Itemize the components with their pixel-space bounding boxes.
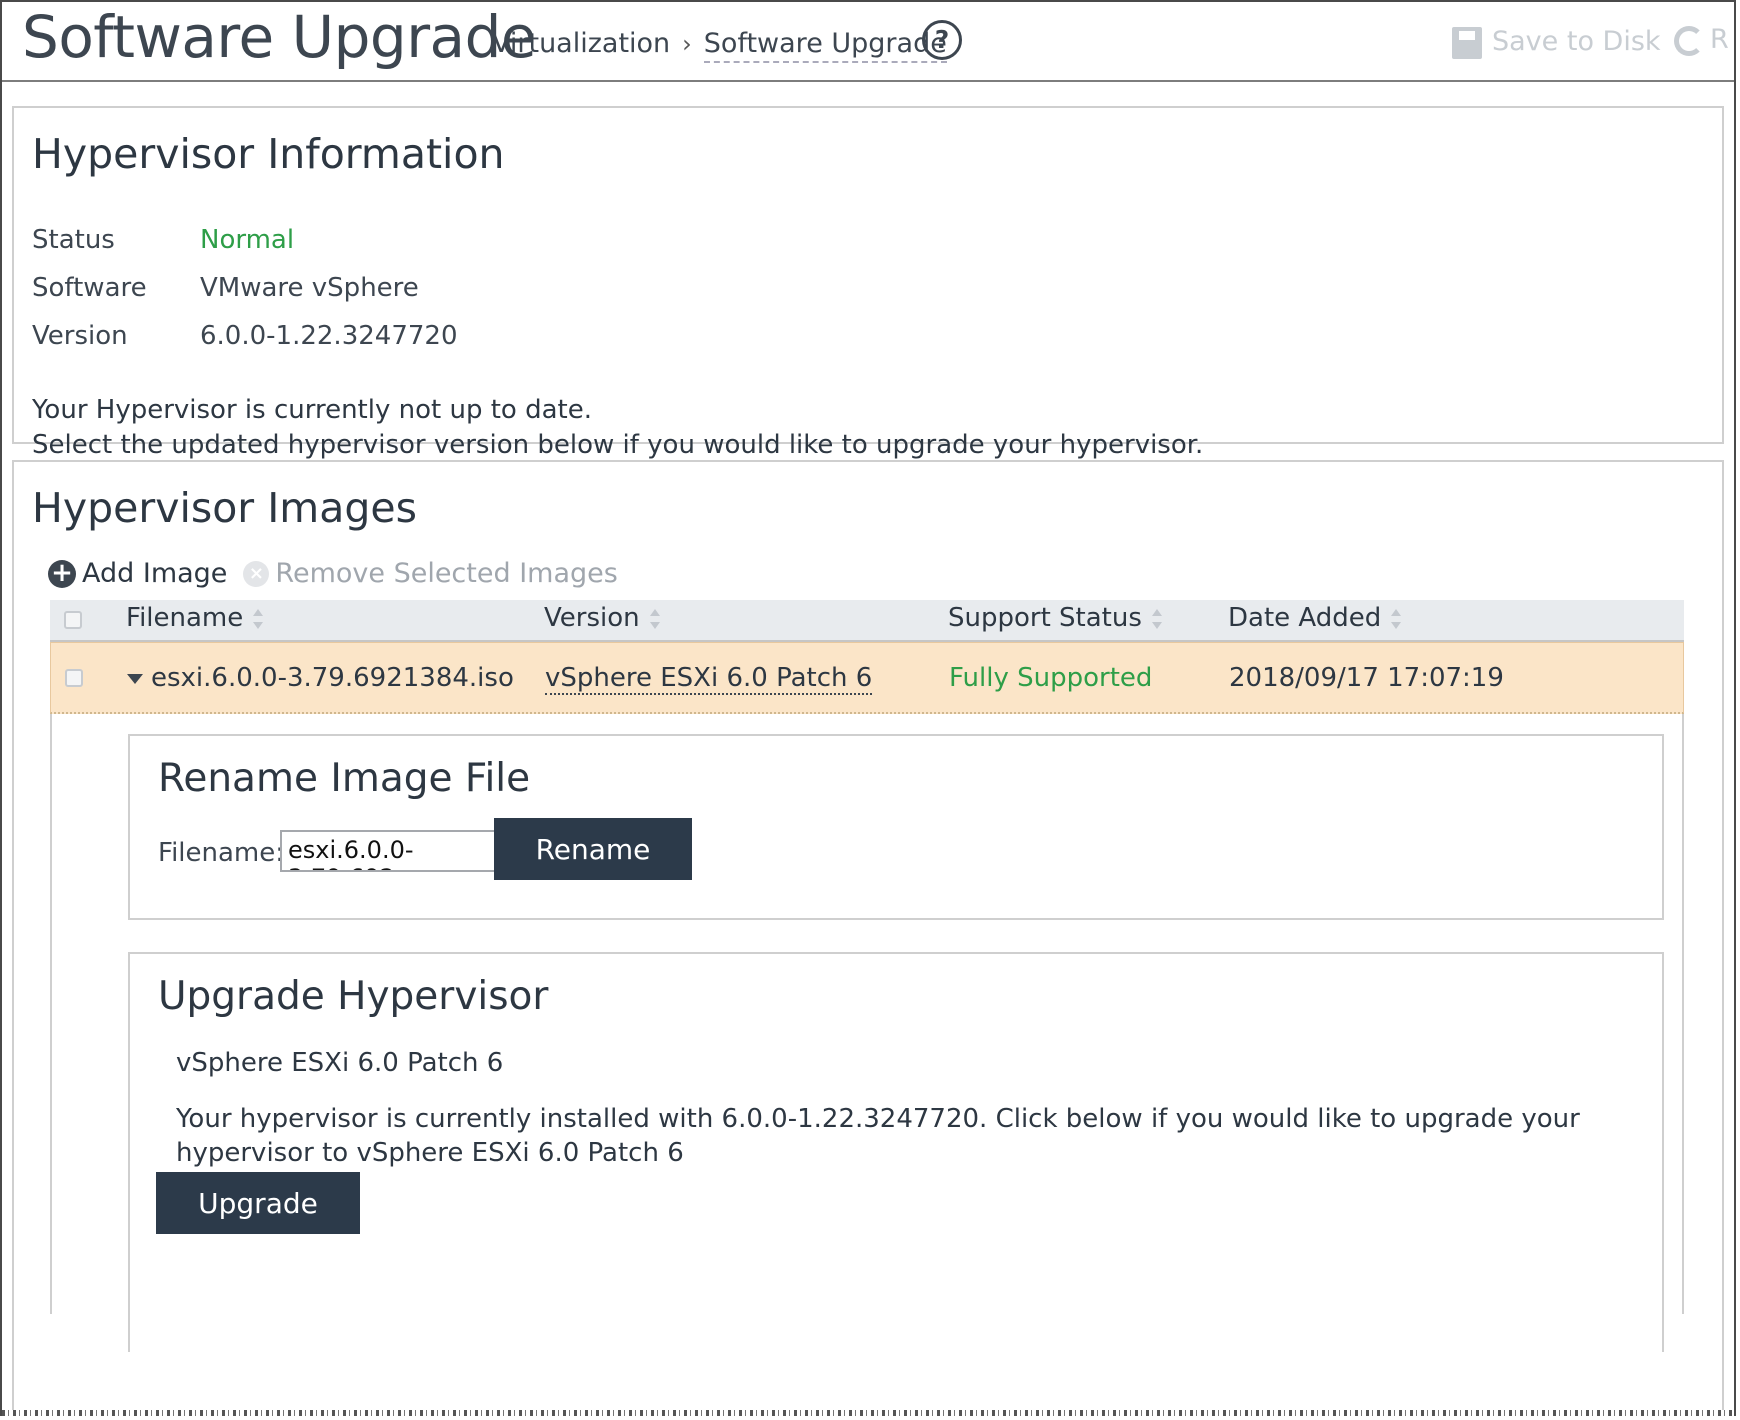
upgrade-button[interactable]: Upgrade [156, 1172, 360, 1234]
column-version[interactable]: Version [544, 603, 660, 633]
upgrade-message: Your hypervisor is currently installed w… [176, 1104, 1580, 1168]
filename-input[interactable]: esxi.6.0.0-3.79.692 [280, 830, 510, 872]
select-all-checkbox[interactable] [64, 611, 82, 629]
row-version: vSphere ESXi 6.0 Patch 6 [545, 663, 873, 695]
revert-icon [1674, 25, 1704, 56]
table-row[interactable]: esxi.6.0.0-3.79.6921384.iso vSphere ESXi… [50, 642, 1684, 714]
save-to-disk-button[interactable]: Save to Disk [1452, 26, 1661, 59]
filename-label: Filename: [158, 838, 285, 868]
update-message-line2: Select the updated hypervisor version be… [32, 430, 1204, 460]
row-filename: esxi.6.0.0-3.79.6921384.iso [127, 663, 514, 693]
hypervisor-information-panel: Hypervisor Information Status Normal Sof… [12, 106, 1724, 460]
revert-button[interactable]: R [1674, 24, 1729, 56]
images-toolbar: + Add Image × Remove Selected Images [48, 558, 618, 589]
status-label: Status [32, 225, 115, 255]
sort-icon [1151, 608, 1162, 629]
hypervisor-information-heading: Hypervisor Information [32, 130, 505, 178]
update-message-line1: Your Hypervisor is currently not up to d… [32, 395, 592, 425]
rename-image-heading: Rename Image File [158, 756, 531, 801]
row-checkbox[interactable] [65, 669, 83, 687]
breadcrumb-chevron-icon: › [682, 30, 692, 58]
upgrade-target-version: vSphere ESXi 6.0 Patch 6 [176, 1048, 504, 1078]
x-circle-icon: × [243, 560, 270, 587]
version-label: Version [32, 321, 128, 351]
version-value: 6.0.0-1.22.3247720 [200, 321, 458, 351]
help-icon[interactable]: ? [922, 20, 962, 60]
sort-icon [649, 608, 660, 629]
expand-caret-icon[interactable] [127, 673, 143, 684]
hypervisor-info-grid: Status Normal Software VMware vSphere Ve… [32, 216, 458, 360]
remove-selected-images-button[interactable]: × Remove Selected Images [243, 558, 618, 589]
info-row-status: Status Normal [32, 216, 458, 264]
column-filename[interactable]: Filename [126, 603, 264, 633]
upgrade-hypervisor-panel: Upgrade Hypervisor vSphere ESXi 6.0 Patc… [128, 952, 1664, 1352]
status-value: Normal [200, 225, 295, 255]
column-date-added[interactable]: Date Added [1228, 603, 1402, 633]
row-filename-text: esxi.6.0.0-3.79.6921384.iso [151, 663, 514, 693]
hypervisor-images-heading: Hypervisor Images [32, 484, 417, 532]
row-details: Rename Image File Filename: esxi.6.0.0-3… [50, 714, 1684, 1352]
save-to-disk-label: Save to Disk [1492, 26, 1661, 57]
sort-icon [253, 608, 264, 629]
sort-icon [1391, 608, 1402, 629]
page-title: Software Upgrade [22, 3, 537, 71]
column-support-status[interactable]: Support Status [948, 603, 1162, 633]
breadcrumb: Virtualization › Software Upgrade [492, 28, 947, 63]
page-header: Software Upgrade Virtualization › Software… [2, 2, 1734, 82]
remove-selected-images-label: Remove Selected Images [275, 558, 618, 589]
software-value: VMware vSphere [200, 273, 419, 303]
floppy-disk-icon [1452, 26, 1482, 59]
info-row-version: Version 6.0.0-1.22.3247720 [32, 312, 458, 360]
rename-button[interactable]: Rename [494, 818, 692, 880]
info-row-software: Software VMware vSphere [32, 264, 458, 312]
row-support-status: Fully Supported [949, 663, 1153, 693]
breadcrumb-virtualization[interactable]: Virtualization [492, 28, 670, 59]
torn-edge [2, 1410, 1734, 1416]
column-version-label: Version [544, 603, 640, 633]
update-message: Your Hypervisor is currently not up to d… [32, 393, 1203, 463]
app-window: Software Upgrade Virtualization › Software… [0, 0, 1736, 1416]
plus-circle-icon: + [48, 559, 76, 588]
upgrade-hypervisor-heading: Upgrade Hypervisor [158, 974, 549, 1019]
add-image-button[interactable]: + Add Image [48, 558, 243, 589]
column-date-added-label: Date Added [1228, 603, 1382, 633]
add-image-label: Add Image [82, 558, 228, 589]
rename-image-panel: Rename Image File Filename: esxi.6.0.0-3… [128, 734, 1664, 920]
breadcrumb-software-upgrade[interactable]: Software Upgrade [703, 28, 947, 63]
row-date-added: 2018/09/17 17:07:19 [1229, 663, 1504, 693]
images-table-header: Filename Version Support Status Date Add… [50, 600, 1684, 642]
hypervisor-images-panel: Hypervisor Images + Add Image × Remove S… [12, 460, 1724, 1416]
column-filename-label: Filename [126, 603, 244, 633]
revert-label: R [1710, 24, 1729, 55]
column-support-status-label: Support Status [948, 603, 1142, 633]
software-label: Software [32, 273, 147, 303]
